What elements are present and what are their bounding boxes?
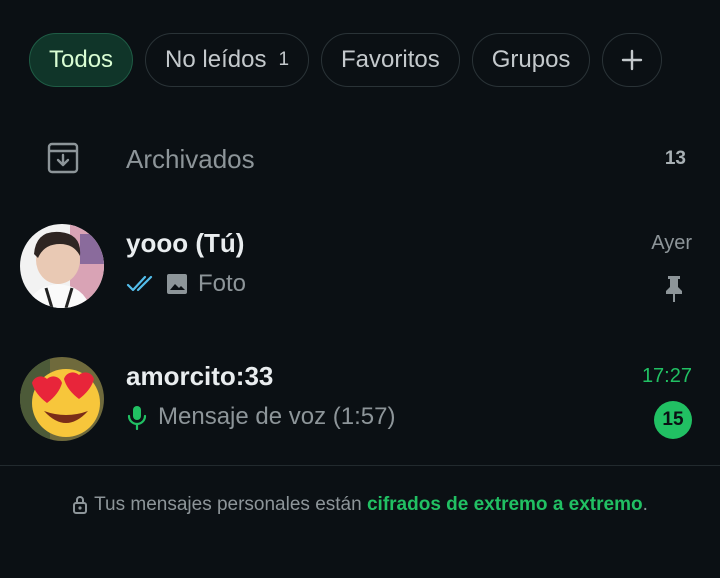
plus-icon xyxy=(622,49,643,71)
unread-badge: 15 xyxy=(654,401,692,439)
chat-preview: Mensaje de voz (1:57) xyxy=(126,403,395,431)
filter-label: No leídos xyxy=(165,46,267,73)
chat-name: amorcito:33 xyxy=(126,361,274,391)
archived-count: 13 xyxy=(664,148,686,169)
filter-label: Favoritos xyxy=(341,46,440,73)
chat-preview-text: Foto xyxy=(198,270,247,297)
chat-name: yooo (Tú) xyxy=(126,228,245,258)
chat-time: 17:27 xyxy=(641,365,692,387)
encryption-suffix: . xyxy=(642,494,648,515)
filter-chip-grupos[interactable]: Grupos xyxy=(471,33,591,87)
encryption-notice: Tus mensajes personales están cifrados d… xyxy=(0,494,720,516)
double-check-icon xyxy=(126,275,153,292)
add-filter-button[interactable] xyxy=(602,33,663,87)
pin-icon xyxy=(666,276,682,302)
chat-row-amorcito[interactable]: amorcito:33 17:27 Mensaje de voz (1:57) … xyxy=(0,357,720,467)
archived-label: Archivados xyxy=(126,144,255,174)
filter-count: 1 xyxy=(278,49,290,70)
chat-preview-text: Mensaje de voz (1:57) xyxy=(158,403,396,430)
chat-time: Ayer xyxy=(651,232,692,254)
filter-chip-favoritos[interactable]: Favoritos xyxy=(321,33,460,87)
filter-bar: Todos No leídos 1 Favoritos Grupos xyxy=(29,33,663,87)
filter-label: Todos xyxy=(49,46,114,73)
filter-chip-no-leidos[interactable]: No leídos 1 xyxy=(145,33,310,87)
filter-label: Grupos xyxy=(491,46,571,73)
chat-row-yooo[interactable]: yooo (Tú) Ayer Foto xyxy=(0,224,720,334)
archived-row[interactable]: Archivados 13 xyxy=(0,132,720,188)
chat-preview: Foto xyxy=(126,270,246,298)
archive-icon xyxy=(47,142,79,174)
encryption-link[interactable]: cifrados de extremo a extremo xyxy=(367,494,643,515)
avatar[interactable] xyxy=(20,357,104,441)
lock-icon xyxy=(73,496,88,514)
mic-icon xyxy=(127,406,147,430)
avatar[interactable] xyxy=(20,224,104,308)
filter-chip-todos[interactable]: Todos xyxy=(29,33,134,87)
divider xyxy=(0,465,720,466)
encryption-text: Tus mensajes personales están xyxy=(94,494,362,515)
image-icon xyxy=(167,274,187,294)
